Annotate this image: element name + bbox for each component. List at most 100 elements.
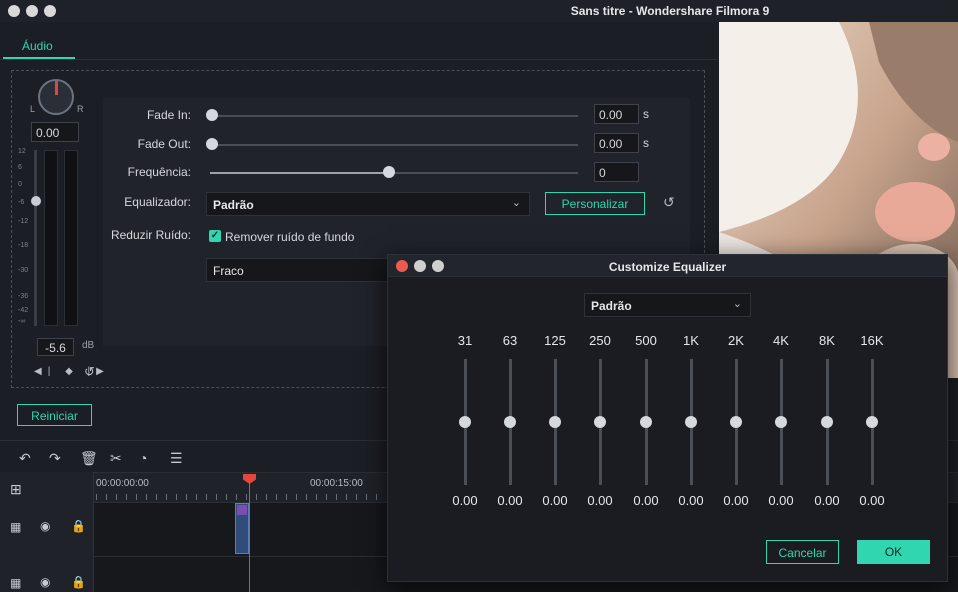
- delete-icon[interactable]: 🗑: [80, 450, 98, 467]
- volume-tick: 6: [18, 164, 22, 171]
- speed-icon[interactable]: ◔: [139, 450, 147, 466]
- reset-equalizer-icon[interactable]: ↺: [663, 194, 675, 211]
- eq-band-value: 0.00: [587, 493, 613, 508]
- fade-in-slider-thumb[interactable]: [206, 109, 218, 121]
- ruler-time-start: 00:00:00:00: [96, 478, 149, 489]
- eq-band-label: 16K: [860, 333, 884, 348]
- meter-right-channel: [64, 150, 78, 326]
- eq-band-value: 0.00: [814, 493, 840, 508]
- eq-band-value: 0.00: [542, 493, 568, 508]
- chevron-down-icon: ⌄: [732, 298, 742, 310]
- volume-meter: 12 6 0 -6 -12 -18 -30 -36 -42 -∞: [16, 148, 92, 328]
- lock-icon[interactable]: 🔒: [71, 575, 86, 589]
- volume-tick: 12: [18, 148, 26, 155]
- eq-band-slider-thumb[interactable]: [549, 416, 561, 428]
- volume-tick: -12: [18, 218, 29, 225]
- eq-band-label: 31: [457, 333, 473, 348]
- dialog-title: Customize Equalizer: [608, 260, 727, 274]
- eq-band-slider-thumb[interactable]: [640, 416, 652, 428]
- eq-band-slider-thumb[interactable]: [730, 416, 742, 428]
- undo-icon[interactable]: ↶: [19, 450, 31, 467]
- film-icon: ▦: [10, 576, 22, 590]
- volume-tick: -30: [18, 267, 29, 274]
- eq-band-value: 0.00: [452, 493, 478, 508]
- meter-left-channel: [44, 150, 58, 326]
- volume-tick: -18: [18, 242, 29, 249]
- preset-selected-value: Padrão: [591, 299, 632, 313]
- adjust-icon[interactable]: ☰: [170, 450, 183, 467]
- volume-tick: 0: [18, 181, 22, 188]
- eq-band-label: 500: [635, 333, 657, 348]
- fade-in-slider[interactable]: [210, 115, 578, 117]
- eq-band-value: 0.00: [768, 493, 794, 508]
- cancel-button[interactable]: Cancelar: [766, 540, 839, 564]
- volume-tick: -6: [18, 199, 25, 206]
- add-track-icon[interactable]: ⊞: [10, 481, 22, 498]
- frequency-slider-fill: [210, 172, 387, 174]
- pan-value-input[interactable]: 0.00: [31, 122, 79, 142]
- db-unit-label: dB: [82, 340, 95, 351]
- eq-band-slider-thumb[interactable]: [866, 416, 878, 428]
- eye-icon[interactable]: ◉: [40, 575, 50, 589]
- timeline-clip[interactable]: [235, 503, 249, 554]
- fade-in-input[interactable]: 0.00: [594, 104, 639, 124]
- redo-icon[interactable]: ↷: [49, 450, 61, 467]
- dialog-title-bar: Customize Equalizer: [388, 255, 947, 277]
- volume-tick: -∞: [18, 318, 26, 325]
- noise-level-selected-value: Fraco: [213, 264, 244, 278]
- fade-out-slider-thumb[interactable]: [206, 138, 218, 150]
- eq-band-slider-thumb[interactable]: [821, 416, 833, 428]
- fade-in-unit: s: [643, 107, 649, 121]
- equalizer-selected-value: Padrão: [213, 198, 254, 212]
- eq-band-label: 8K: [819, 333, 835, 348]
- equalizer-select[interactable]: Padrão ⌄: [206, 192, 530, 216]
- film-icon: ▦: [10, 520, 22, 534]
- cut-icon[interactable]: ✂: [110, 450, 122, 467]
- pan-left-label: L: [30, 104, 36, 114]
- ruler-ticks: [96, 494, 386, 500]
- volume-tick: -42: [18, 307, 29, 314]
- customize-equalizer-dialog: Customize Equalizer Padrão ⌄ 31 0.00 63 0.0…: [387, 254, 948, 582]
- equalizer-preset-select[interactable]: Padrão ⌄: [584, 293, 751, 317]
- fade-in-label: Fade In:: [146, 108, 191, 122]
- volume-value-input[interactable]: -5.6: [37, 338, 74, 356]
- eq-band-value: 0.00: [633, 493, 659, 508]
- eq-band-label: 63: [502, 333, 518, 348]
- remove-noise-checkbox[interactable]: ✓: [209, 230, 221, 242]
- frequency-slider-thumb[interactable]: [382, 166, 395, 178]
- eq-band-slider-thumb[interactable]: [685, 416, 697, 428]
- eq-band-slider-thumb[interactable]: [459, 416, 471, 428]
- reset-volume-icon[interactable]: ↺: [84, 364, 95, 380]
- chevron-down-icon: ⌄: [511, 197, 521, 209]
- eq-band-value: 0.00: [678, 493, 704, 508]
- equalizer-label: Equalizador:: [124, 195, 191, 209]
- ruler-time-15s: 00:00:15:00: [310, 478, 363, 489]
- playhead-line[interactable]: [249, 480, 250, 592]
- eq-band-value: 0.00: [497, 493, 523, 508]
- eq-band-slider-thumb[interactable]: [504, 416, 516, 428]
- eye-icon[interactable]: ◉: [40, 519, 50, 533]
- eq-band-slider-thumb[interactable]: [775, 416, 787, 428]
- ok-button[interactable]: OK: [857, 540, 930, 564]
- eq-band-label: 4K: [773, 333, 789, 348]
- frequency-input[interactable]: 0: [594, 162, 639, 182]
- pan-knob[interactable]: [38, 79, 74, 115]
- volume-slider-thumb[interactable]: [31, 196, 41, 206]
- fade-out-unit: s: [643, 136, 649, 150]
- volume-scale: 12 6 0 -6 -12 -18 -30 -36 -42 -∞: [16, 148, 36, 328]
- tab-audio[interactable]: Áudio: [22, 39, 53, 53]
- window-title: Sans titre - Wondershare Filmora 9: [570, 4, 770, 18]
- fade-out-input[interactable]: 0.00: [594, 133, 639, 153]
- lock-icon[interactable]: 🔒: [71, 519, 86, 533]
- title-bar: Sans titre - Wondershare Filmora 9: [0, 0, 958, 22]
- eq-band-slider-thumb[interactable]: [594, 416, 606, 428]
- eq-band-label: 1K: [683, 333, 699, 348]
- fade-out-slider[interactable]: [210, 144, 578, 146]
- customize-equalizer-button[interactable]: Personalizar: [545, 192, 645, 215]
- reset-button[interactable]: Reiniciar: [17, 404, 92, 426]
- noise-level-select[interactable]: Fraco: [206, 258, 396, 282]
- keyframe-controls[interactable]: ◀| ◆ |▶: [34, 366, 110, 377]
- eq-band-value: 0.00: [723, 493, 749, 508]
- volume-slider-rail[interactable]: [34, 150, 37, 326]
- frequency-label: Frequência:: [127, 165, 191, 179]
